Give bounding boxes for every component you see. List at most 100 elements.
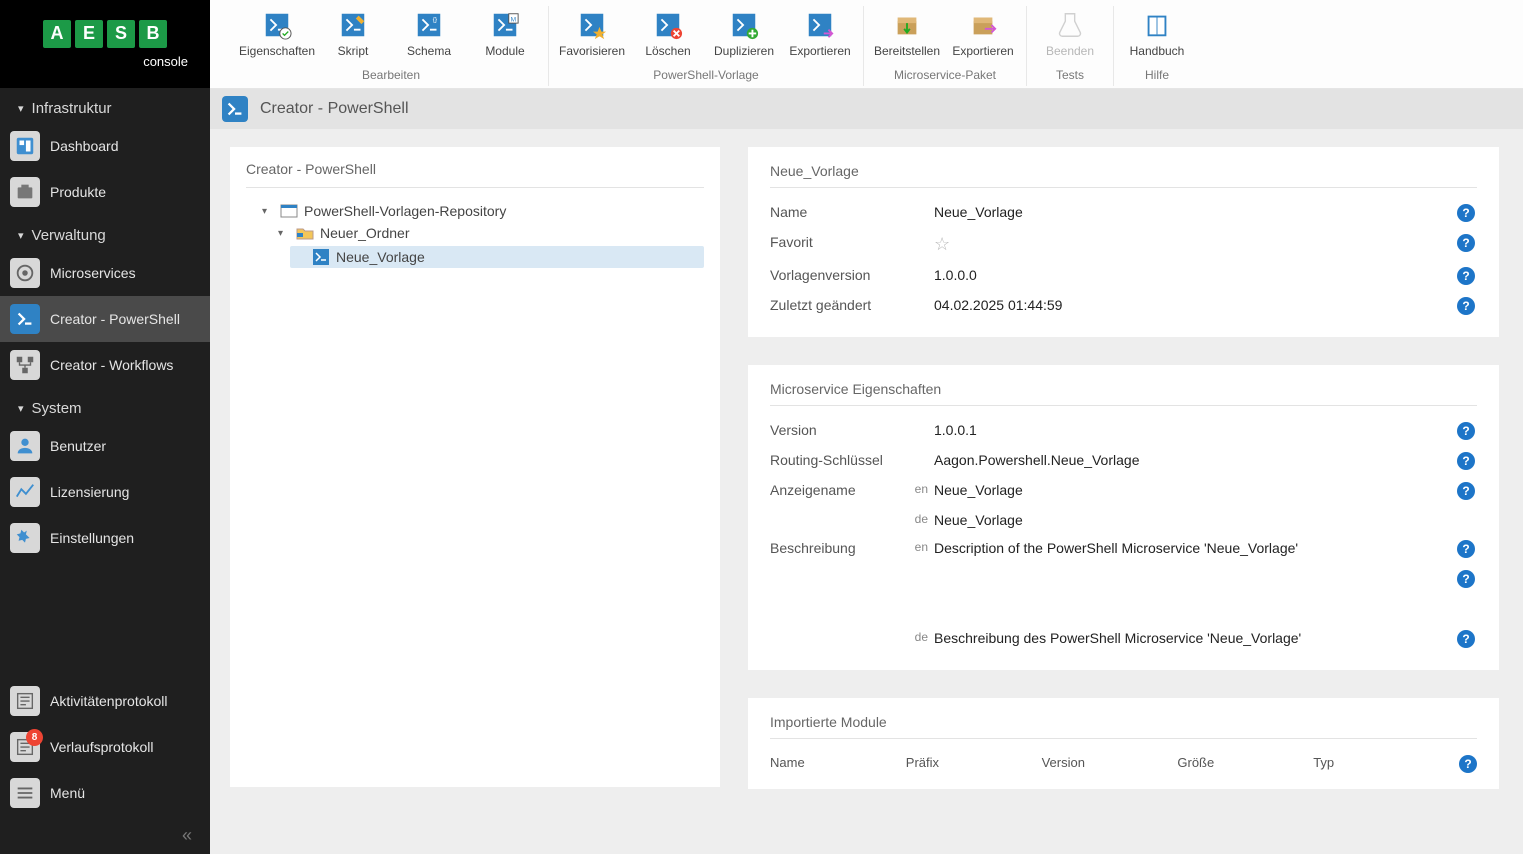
ribbon-group-edit: Eigenschaften Skript {} Schema M Module … — [234, 6, 549, 86]
ribbon-btn-modules[interactable]: M Module — [470, 6, 540, 62]
prop-value-modified: 04.02.2025 01:44:59 — [934, 297, 1455, 313]
ribbon-btn-label: Exportieren — [952, 44, 1013, 58]
ribbon-btn-delete[interactable]: Löschen — [633, 6, 703, 62]
col-prefix: Präfix — [906, 755, 1042, 773]
manual-icon — [1142, 10, 1172, 40]
nav-item-label: Microservices — [50, 265, 136, 281]
prop-value-ms-version: 1.0.0.1 — [934, 422, 1455, 438]
prop-value-display-de: Neue_Vorlage — [934, 512, 1455, 528]
nav-section-verwaltung[interactable]: ▾ Verwaltung — [0, 215, 210, 250]
detail-column: Neue_Vorlage Name Neue_Vorlage ? Favorit… — [748, 147, 1499, 807]
card-microservice: Microservice Eigenschaften Version 1.0.0… — [748, 365, 1499, 670]
help-icon[interactable]: ? — [1457, 452, 1475, 470]
nav-item-history-log[interactable]: 8 Verlaufsprotokoll — [0, 724, 210, 770]
logo-letter: S — [107, 20, 135, 48]
card-template: Neue_Vorlage Name Neue_Vorlage ? Favorit… — [748, 147, 1499, 337]
delete-icon — [653, 10, 683, 40]
logo-subtitle: console — [143, 54, 188, 69]
help-icon[interactable]: ? — [1457, 204, 1475, 222]
help-icon[interactable]: ? — [1457, 422, 1475, 440]
nav-item-users[interactable]: Benutzer — [0, 423, 210, 469]
prop-label-description: Beschreibung — [770, 540, 910, 556]
ribbon-btn-duplicate[interactable]: Duplizieren — [709, 6, 779, 62]
help-icon[interactable]: ? — [1457, 482, 1475, 500]
help-icon[interactable]: ? — [1457, 267, 1475, 285]
nav-section-system[interactable]: ▾ System — [0, 388, 210, 423]
page-title: Creator - PowerShell — [260, 100, 409, 118]
help-icon[interactable]: ? — [1457, 234, 1475, 252]
chevron-down-icon[interactable]: ▾ — [278, 228, 290, 239]
ribbon-btn-label: Module — [485, 44, 524, 58]
ribbon-group-label: Bearbeiten — [362, 68, 420, 86]
ribbon-group-template: Favorisieren Löschen Duplizieren Exporti… — [549, 6, 864, 86]
nav-item-label: Benutzer — [50, 438, 106, 454]
nav-item-label: Dashboard — [50, 138, 119, 154]
ribbon-btn-favorite[interactable]: Favorisieren — [557, 6, 627, 62]
export-icon — [805, 10, 835, 40]
activity-icon — [10, 686, 40, 716]
nav-item-licensing[interactable]: Lizensierung — [0, 469, 210, 515]
ribbon-btn-export-package[interactable]: Exportieren — [948, 6, 1018, 62]
ribbon-group-package: Bereitstellen Exportieren Microservice-P… — [864, 6, 1027, 86]
ribbon-btn-manual[interactable]: Handbuch — [1122, 6, 1192, 62]
chevron-down-icon[interactable]: ▾ — [262, 206, 274, 217]
prop-value-routing-key: Aagon.Powershell.Neue_Vorlage — [934, 452, 1455, 468]
nav-item-creator-workflows[interactable]: Creator - Workflows — [0, 342, 210, 388]
page-header: Creator - PowerShell — [210, 89, 1523, 129]
ribbon-btn-script[interactable]: Skript — [318, 6, 388, 62]
dashboard-icon — [10, 131, 40, 161]
ribbon-btn-export-template[interactable]: Exportieren — [785, 6, 855, 62]
nav-item-label: Menü — [50, 785, 85, 801]
lang-tag-en: en — [910, 482, 934, 496]
ribbon-btn-deploy[interactable]: Bereitstellen — [872, 6, 942, 62]
prop-value-desc-de: Beschreibung des PowerShell Microservice… — [934, 630, 1455, 646]
nav-section-infrastruktur[interactable]: ▾ Infrastruktur — [0, 88, 210, 123]
nav-item-label: Produkte — [50, 184, 106, 200]
col-size: Größe — [1177, 755, 1313, 773]
help-icon[interactable]: ? — [1457, 630, 1475, 648]
help-icon[interactable]: ? — [1457, 297, 1475, 315]
nav-section-label: Verwaltung — [32, 227, 106, 244]
ribbon-btn-schema[interactable]: {} Schema — [394, 6, 464, 62]
ribbon-btn-label: Löschen — [645, 44, 690, 58]
prop-value-desc-en: Description of the PowerShell Microservi… — [934, 540, 1455, 556]
tree-node-template[interactable]: Neue_Vorlage — [290, 246, 704, 268]
deploy-icon — [892, 10, 922, 40]
nav-item-microservices[interactable]: Microservices — [0, 250, 210, 296]
lang-tag-en: en — [910, 540, 934, 554]
app-logo: A E S B console — [0, 0, 210, 88]
tests-stop-icon — [1055, 10, 1085, 40]
nav-item-label: Creator - Workflows — [50, 357, 173, 373]
ribbon-btn-properties[interactable]: Eigenschaften — [242, 6, 312, 62]
lang-tag-de: de — [910, 630, 934, 644]
ribbon-btn-label: Beenden — [1046, 44, 1094, 58]
card-title: Importierte Module — [770, 714, 1477, 739]
tree-node-repository[interactable]: ▾ PowerShell-Vorlagen-Repository — [262, 202, 704, 220]
nav-item-products[interactable]: Produkte — [0, 169, 210, 215]
nav-item-menu[interactable]: Menü — [0, 770, 210, 816]
ribbon-btn-label: Schema — [407, 44, 451, 58]
nav-item-dashboard[interactable]: Dashboard — [0, 123, 210, 169]
prop-label-display-name: Anzeigename — [770, 482, 910, 498]
help-icon[interactable]: ? — [1459, 755, 1477, 773]
favorite-star-toggle[interactable]: ☆ — [934, 234, 950, 254]
menu-icon — [10, 778, 40, 808]
sidebar-nav: ▾ Infrastruktur Dashboard Produkte ▾ Ver… — [0, 88, 210, 678]
svg-text:M: M — [511, 16, 516, 23]
sidebar: A E S B console ▾ Infrastruktur Dashboar… — [0, 0, 210, 854]
favorite-icon — [577, 10, 607, 40]
col-name: Name — [770, 755, 906, 773]
ribbon-btn-tests-stop: Beenden — [1035, 6, 1105, 62]
nav-item-label: Lizensierung — [50, 484, 129, 500]
card-imported-modules: Importierte Module Name Präfix Version G… — [748, 698, 1499, 789]
col-version: Version — [1042, 755, 1178, 773]
sidebar-collapse-button[interactable]: « — [0, 816, 210, 854]
products-icon — [10, 177, 40, 207]
nav-item-creator-powershell[interactable]: Creator - PowerShell — [0, 296, 210, 342]
ribbon-group-tests: Beenden Tests — [1027, 6, 1114, 86]
tree-node-folder[interactable]: ▾ Neuer_Ordner — [278, 224, 704, 242]
nav-item-settings[interactable]: Einstellungen — [0, 515, 210, 561]
help-icon[interactable]: ? — [1457, 570, 1475, 588]
nav-item-activity-log[interactable]: Aktivitätenprotokoll — [0, 678, 210, 724]
help-icon[interactable]: ? — [1457, 540, 1475, 558]
